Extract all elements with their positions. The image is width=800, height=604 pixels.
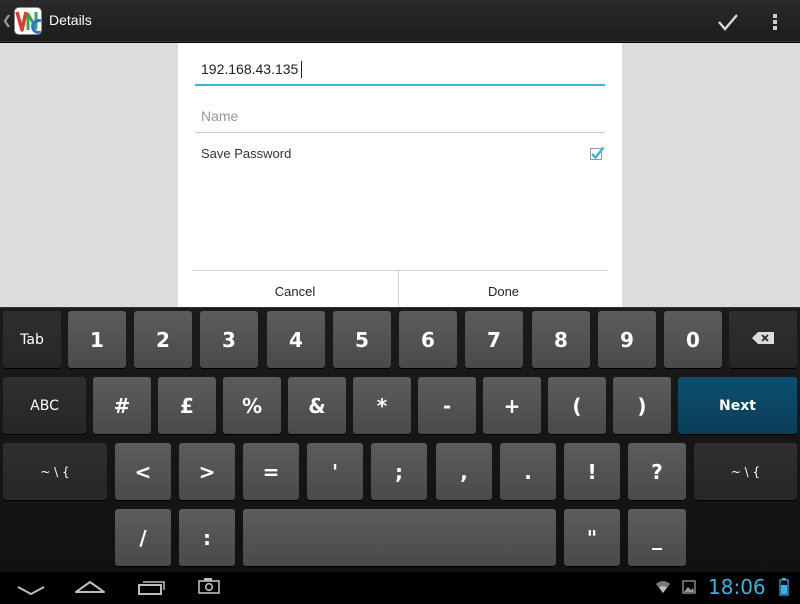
on-screen-keyboard: Tab 1 2 3 4 5 6 7 8 9 0 ABC # £ % & * - … [0, 307, 800, 572]
address-field[interactable] [195, 56, 605, 86]
key-1[interactable]: 1 [68, 311, 126, 368]
clock: 18:06 [708, 575, 766, 599]
check-icon[interactable] [712, 6, 744, 38]
address-underline [195, 84, 605, 86]
screenshot-icon[interactable] [196, 577, 224, 599]
key-abc[interactable]: ABC [3, 377, 86, 434]
save-password-label: Save Password [201, 146, 292, 161]
wifi-icon [655, 578, 671, 598]
key-double-quote[interactable]: " [564, 509, 620, 566]
key-5[interactable]: 5 [333, 311, 391, 368]
key-period[interactable]: . [500, 443, 556, 500]
key-comma[interactable]: , [436, 443, 492, 500]
page-title: Details [49, 12, 92, 28]
key-6[interactable]: 6 [399, 311, 457, 368]
key-hash[interactable]: # [93, 377, 151, 434]
back-icon[interactable] [14, 582, 48, 601]
key-9[interactable]: 9 [598, 311, 656, 368]
key-equals[interactable]: = [243, 443, 299, 500]
key-close-paren[interactable]: ) [613, 377, 671, 434]
key-minus[interactable]: - [418, 377, 476, 434]
key-asterisk[interactable]: * [353, 377, 411, 434]
address-input[interactable] [195, 56, 605, 82]
key-0[interactable]: 0 [664, 311, 722, 368]
key-backspace[interactable] [729, 311, 797, 368]
backspace-icon [751, 331, 775, 349]
key-plus[interactable]: + [483, 377, 541, 434]
image-notification-icon [682, 579, 696, 598]
key-2[interactable]: 2 [134, 311, 192, 368]
home-icon[interactable] [73, 576, 107, 600]
text-cursor [301, 61, 302, 78]
key-slash[interactable]: / [115, 509, 171, 566]
key-more-symbols-left[interactable]: ~ \ { [3, 443, 107, 500]
overflow-menu-icon[interactable] [765, 6, 785, 38]
key-less-than[interactable]: < [115, 443, 171, 500]
key-greater-than[interactable]: > [179, 443, 235, 500]
battery-icon [779, 577, 789, 601]
key-8[interactable]: 8 [532, 311, 590, 368]
key-pound[interactable]: £ [158, 377, 216, 434]
key-underscore[interactable]: _ [628, 509, 686, 566]
key-more-symbols-right[interactable]: ~ \ { [694, 443, 797, 500]
key-question[interactable]: ? [628, 443, 686, 500]
key-next[interactable]: Next [678, 377, 797, 434]
name-field[interactable] [195, 103, 605, 133]
name-underline [195, 132, 605, 133]
done-button[interactable]: Done [400, 271, 607, 308]
key-4[interactable]: 4 [267, 311, 325, 368]
key-space[interactable] [243, 509, 556, 566]
save-password-row[interactable]: Save Password [201, 144, 605, 164]
system-bar: 18:06 [0, 572, 800, 604]
dialog-button-bar: Cancel Done [192, 270, 608, 308]
vnc-logo-icon[interactable] [14, 7, 42, 35]
key-colon[interactable]: : [179, 509, 235, 566]
up-caret-icon[interactable]: ❮ [2, 13, 12, 27]
key-tab[interactable]: Tab [3, 311, 61, 368]
key-7[interactable]: 7 [465, 311, 523, 368]
key-apostrophe[interactable]: ' [307, 443, 363, 500]
key-percent[interactable]: % [223, 377, 281, 434]
key-3[interactable]: 3 [200, 311, 258, 368]
action-bar: ❮ Details [0, 0, 800, 42]
recent-apps-icon[interactable] [135, 578, 167, 600]
key-open-paren[interactable]: ( [548, 377, 606, 434]
name-input[interactable] [195, 103, 605, 129]
key-ampersand[interactable]: & [288, 377, 346, 434]
cancel-button[interactable]: Cancel [192, 271, 399, 308]
key-semicolon[interactable]: ; [371, 443, 427, 500]
save-password-checkbox[interactable] [590, 146, 605, 161]
key-exclamation[interactable]: ! [564, 443, 620, 500]
details-dialog: Save Password Cancel Done [178, 43, 622, 308]
